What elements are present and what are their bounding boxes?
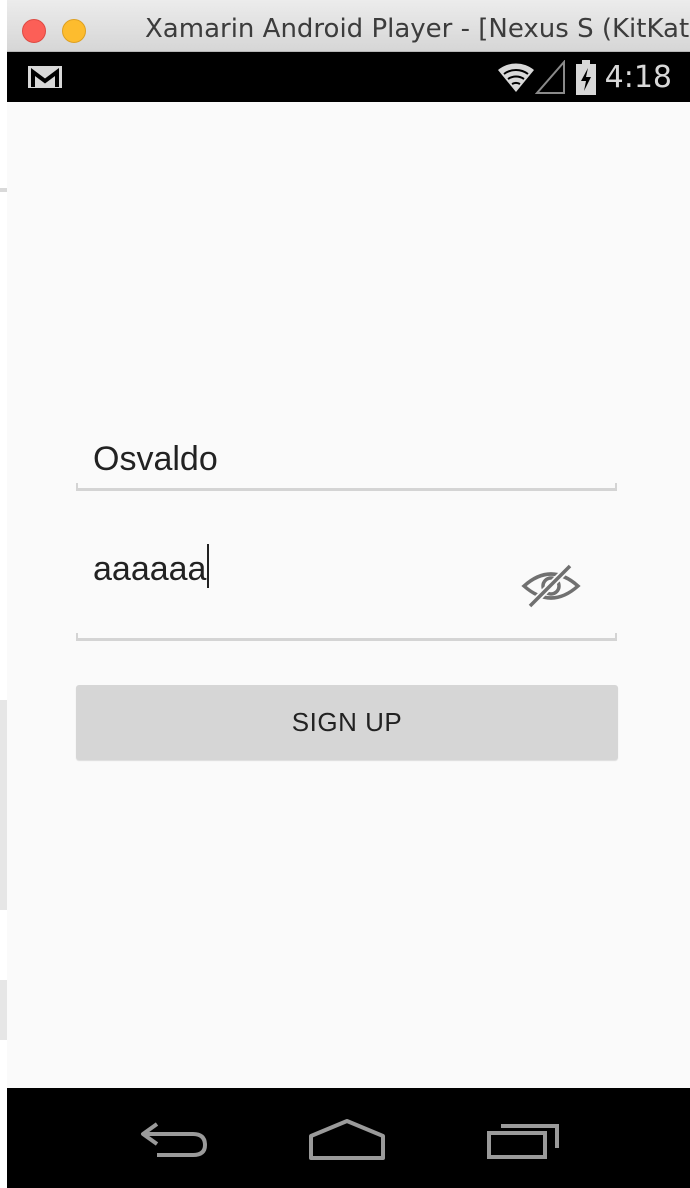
android-nav-bar: [7, 1088, 690, 1188]
username-value: Osvaldo: [93, 440, 218, 478]
password-input[interactable]: aaaaaa: [76, 532, 617, 644]
background-window-strip: [0, 0, 7, 1188]
background-panel: [0, 700, 7, 910]
signal-icon: [535, 60, 565, 94]
window-titlebar[interactable]: Xamarin Android Player - [Nexus S (KitKa…: [7, 0, 690, 52]
battery-charging-icon: [576, 60, 596, 95]
background-panel: [0, 980, 7, 1040]
minimize-window-button[interactable]: [62, 19, 86, 43]
recents-icon[interactable]: [486, 1118, 560, 1160]
window-title: Xamarin Android Player - [Nexus S (KitKa…: [145, 14, 690, 44]
toggle-password-visibility-button[interactable]: [520, 560, 582, 612]
text-cursor: [207, 544, 210, 588]
signup-button[interactable]: SIGN UP: [76, 685, 618, 760]
status-time: 4:18: [604, 60, 672, 95]
gmail-icon: [28, 66, 62, 88]
emulator-window: Xamarin Android Player - [Nexus S (KitKa…: [7, 0, 690, 1188]
back-icon[interactable]: [133, 1118, 207, 1158]
wifi-icon: [498, 63, 534, 92]
eye-off-icon: [521, 563, 581, 609]
close-window-button[interactable]: [22, 19, 46, 43]
password-underline: [76, 633, 617, 641]
home-icon[interactable]: [307, 1118, 387, 1160]
password-value: aaaaaa: [93, 550, 207, 588]
signup-screen: Osvaldo aaaaaa SIGN UP: [7, 102, 690, 1088]
password-value-wrap: aaaaaa: [93, 544, 210, 589]
username-input[interactable]: Osvaldo: [76, 430, 617, 492]
android-status-bar: 4:18: [7, 52, 690, 102]
background-divider: [0, 188, 7, 192]
username-underline: [76, 483, 617, 491]
